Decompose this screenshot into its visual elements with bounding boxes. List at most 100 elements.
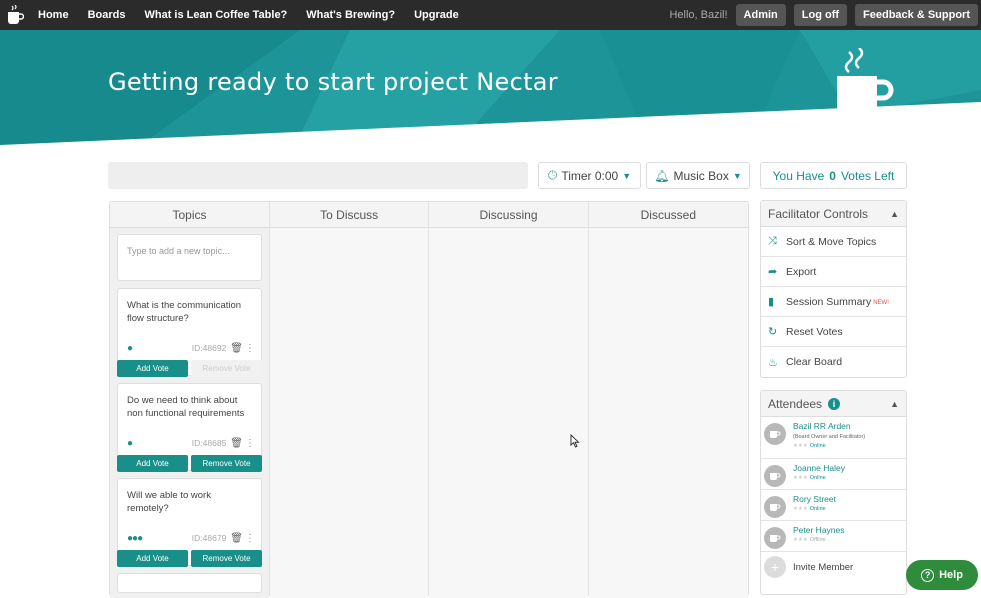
attendee-info: Rory Street ★★★ Online xyxy=(793,494,836,516)
attendee-status: ★★★ Offline xyxy=(793,536,845,545)
shuffle-icon: ⤨ xyxy=(768,235,777,247)
nav-what-is-link[interactable]: What is Lean Coffee Table? xyxy=(144,9,287,21)
question-icon: ? xyxy=(921,568,935,582)
invite-member-button[interactable]: + Invite Member xyxy=(761,552,906,582)
column-header-discussing: Discussing xyxy=(429,202,588,228)
topic-meta: ● ID:48685 🗑︎ ⋮ xyxy=(127,437,255,449)
attendee-item[interactable]: Rory Street ★★★ Online xyxy=(761,490,906,521)
vote-buttons: Add Vote Remove Vote xyxy=(117,550,262,567)
votes-count: 0 xyxy=(829,168,836,183)
reset-votes-label: Reset Votes xyxy=(786,325,843,338)
clear-board-label: Clear Board xyxy=(786,356,843,368)
mouse-cursor-icon xyxy=(570,433,580,453)
topic-card[interactable]: What is the communication flow structure… xyxy=(117,288,262,377)
remove-vote-button[interactable]: Remove Vote xyxy=(191,455,262,472)
help-button[interactable]: ? Help xyxy=(906,560,978,590)
vote-dots: ●●● xyxy=(127,532,143,544)
votes-suffix: Votes Left xyxy=(840,168,895,183)
top-navbar: Home Boards What is Lean Coffee Table? W… xyxy=(0,0,981,30)
remove-vote-button[interactable]: Remove Vote xyxy=(191,550,262,567)
votes-left-indicator: You Have 0 Votes Left xyxy=(760,162,907,189)
column-discussed: Discussed xyxy=(588,202,748,598)
chevron-up-icon[interactable]: ▲ xyxy=(890,399,899,409)
feedback-support-button[interactable]: Feedback & Support xyxy=(855,4,978,26)
topic-card[interactable]: Do we need to think about non functional… xyxy=(117,383,262,472)
add-vote-button[interactable]: Add Vote xyxy=(117,360,188,377)
avatar xyxy=(764,527,786,549)
column-header-discussed: Discussed xyxy=(588,202,748,228)
topic-meta: ● ID:48692 🗑︎ ⋮ xyxy=(127,342,255,354)
sort-move-topics-button[interactable]: ⤨ Sort & Move Topics xyxy=(761,227,906,257)
attendee-status-text: Offline xyxy=(809,537,826,543)
trash-icon[interactable]: 🗑︎ xyxy=(230,533,243,544)
more-options-icon[interactable]: ⋮ xyxy=(245,533,255,544)
clear-board-button[interactable]: ♨ Clear Board xyxy=(761,347,906,377)
add-vote-button[interactable]: Add Vote xyxy=(117,455,188,472)
attendee-status-text: Online xyxy=(809,506,826,512)
trash-icon[interactable]: 🗑︎ xyxy=(230,438,243,449)
logoff-button[interactable]: Log off xyxy=(793,4,848,26)
attendee-status-text: Online xyxy=(809,475,826,481)
column-to-discuss: To Discuss xyxy=(270,202,430,598)
attendee-info: Bazil RR Arden (Board Owner and Facilita… xyxy=(793,421,865,454)
nav-home-link[interactable]: Home xyxy=(38,9,69,21)
nav-whats-brewing-link[interactable]: What's Brewing? xyxy=(306,9,395,21)
chevron-down-icon: ▼ xyxy=(622,170,632,181)
remove-vote-button[interactable]: Remove Vote xyxy=(191,360,262,377)
attendee-item[interactable]: Joanne Haley ★★★ Online xyxy=(761,459,906,490)
admin-button[interactable]: Admin xyxy=(735,4,786,26)
topic-text: Will we able to work remotely? xyxy=(127,490,211,514)
column-body-to-discuss xyxy=(270,228,429,598)
topic-text: What is the communication flow structure… xyxy=(127,300,242,324)
facilitator-controls-title: Facilitator Controls xyxy=(768,206,869,221)
export-button[interactable]: ➦ Export xyxy=(761,257,906,287)
nav-upgrade-link[interactable]: Upgrade xyxy=(414,9,459,21)
new-topic-input[interactable]: Type to add a new topic... xyxy=(117,234,262,281)
avatar xyxy=(764,423,786,445)
chevron-down-icon: ▼ xyxy=(732,170,742,181)
reset-votes-button[interactable]: ↻ Reset Votes xyxy=(761,317,906,347)
session-summary-button[interactable]: ▮ Session Summary NEW! xyxy=(761,287,906,317)
more-options-icon[interactable]: ⋮ xyxy=(245,438,255,449)
document-icon: ▮ xyxy=(768,296,775,308)
vote-buttons: Add Vote Remove Vote xyxy=(117,455,262,472)
attendees-header[interactable]: Attendees i ▲ xyxy=(761,391,906,417)
rating-stars: ★★★ xyxy=(793,537,808,543)
topic-meta: ●●● ID:48679 🗑︎ ⋮ xyxy=(127,532,255,544)
topic-card[interactable]: Will we able to work remotely? ●●● ID:48… xyxy=(117,478,262,567)
share-arrow-icon: ➦ xyxy=(768,266,778,278)
timer-dropdown[interactable]: 🕓︎ Timer 0:00 ▼ xyxy=(538,162,641,189)
greeting-text: Hello, Bazil! xyxy=(669,9,728,21)
info-icon[interactable]: i xyxy=(828,397,841,410)
chevron-up-icon[interactable]: ▲ xyxy=(890,209,899,219)
sort-move-topics-label: Sort & Move Topics xyxy=(786,235,877,248)
plus-icon: + xyxy=(764,556,786,578)
nav-right: Hello, Bazil! Admin Log off Feedback & S… xyxy=(669,0,981,30)
board-search-input[interactable] xyxy=(108,162,528,189)
rating-stars: ★★★ xyxy=(793,506,808,512)
attendee-item[interactable]: Peter Haynes ★★★ Offline xyxy=(761,521,906,552)
add-vote-button[interactable]: Add Vote xyxy=(117,550,188,567)
topic-card[interactable] xyxy=(117,573,262,593)
music-box-dropdown[interactable]: 🔔︎ Music Box ▼ xyxy=(646,162,750,189)
attendee-status: ★★★ Online xyxy=(793,474,845,483)
board-title: Getting ready to start project Nectar xyxy=(108,68,558,96)
attendee-status-text: Online xyxy=(809,443,826,449)
more-options-icon[interactable]: ⋮ xyxy=(245,343,255,354)
facilitator-controls-panel: Facilitator Controls ▲ ⤨ Sort & Move Top… xyxy=(760,200,907,378)
column-discussing: Discussing xyxy=(429,202,589,598)
nav-boards-link[interactable]: Boards xyxy=(88,9,126,21)
trash-icon[interactable]: 🗑︎ xyxy=(230,343,243,354)
column-header-topics: Topics xyxy=(110,202,269,228)
attendee-item[interactable]: Bazil RR Arden (Board Owner and Facilita… xyxy=(761,417,906,459)
hero-banner: Getting ready to start project Nectar xyxy=(0,30,981,160)
rating-stars: ★★★ xyxy=(793,443,808,449)
coffee-cup-icon[interactable] xyxy=(0,0,30,30)
nav-links: Home Boards What is Lean Coffee Table? W… xyxy=(30,9,470,21)
attendees-title: Attendees xyxy=(768,396,823,411)
column-body-discussed xyxy=(588,228,748,598)
attendee-info: Joanne Haley ★★★ Online xyxy=(793,463,845,485)
avatar xyxy=(764,465,786,487)
facilitator-controls-header[interactable]: Facilitator Controls ▲ xyxy=(761,201,906,227)
session-summary-label: Session Summary xyxy=(786,295,872,308)
